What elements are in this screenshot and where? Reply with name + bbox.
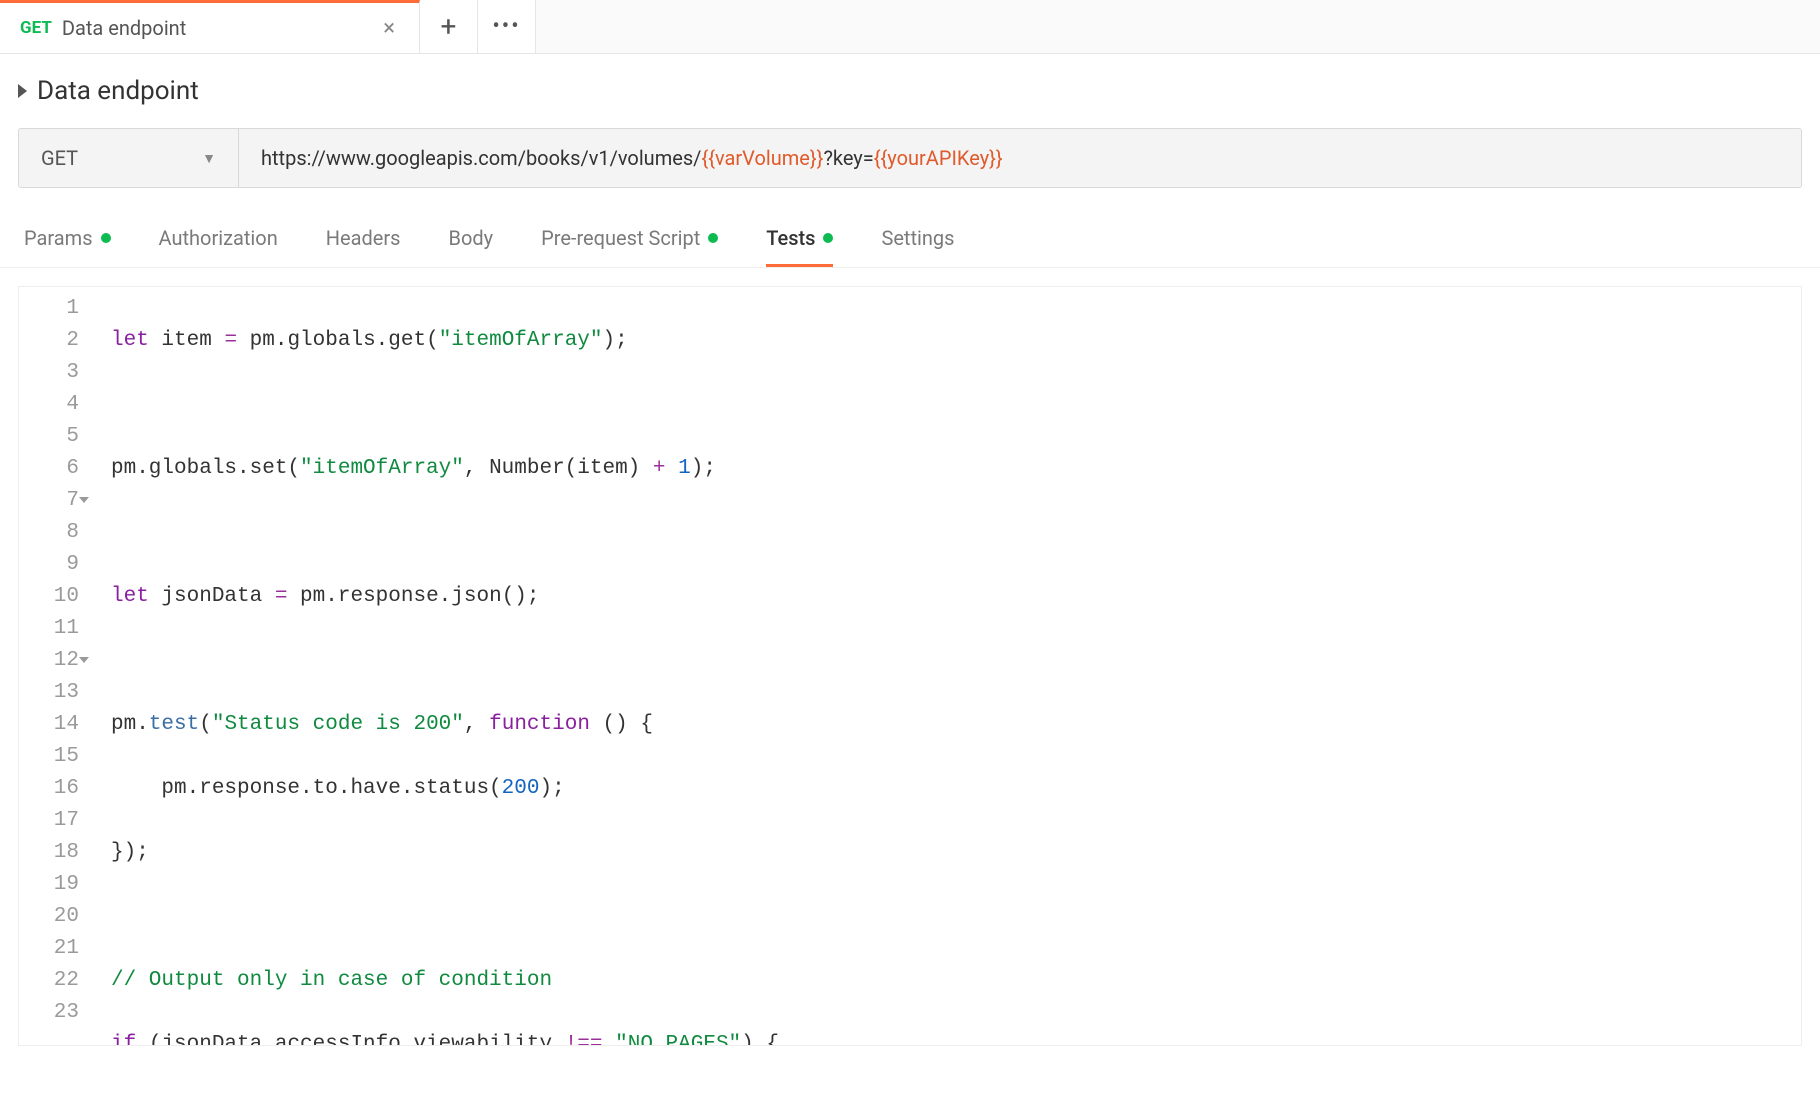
line-number: 15	[19, 741, 79, 773]
line-number: 8	[19, 517, 79, 549]
line-number: 12	[19, 645, 79, 677]
tab-label: Settings	[881, 226, 954, 250]
url-variable: {{yourAPIKey}}	[874, 146, 1003, 170]
status-dot-icon	[101, 233, 111, 243]
tab-settings[interactable]: Settings	[881, 226, 954, 267]
line-number: 1	[19, 293, 79, 325]
line-number: 19	[19, 869, 79, 901]
line-number-gutter: 1 2 3 4 5 6 7 8 9 10 11 12 13 14 15 16 1…	[19, 287, 91, 1045]
status-dot-icon	[708, 233, 718, 243]
line-number: 16	[19, 773, 79, 805]
line-number: 4	[19, 389, 79, 421]
tab-headers[interactable]: Headers	[326, 226, 401, 267]
tab-overflow-button[interactable]: •••	[478, 0, 536, 53]
url-variable: {{varVolume}}	[701, 146, 823, 170]
line-number: 21	[19, 933, 79, 965]
tab-label: Headers	[326, 226, 401, 250]
line-number: 13	[19, 677, 79, 709]
tab-authorization[interactable]: Authorization	[159, 226, 278, 267]
line-number: 23	[19, 997, 79, 1029]
status-dot-icon	[823, 233, 833, 243]
tab-method-badge: GET	[20, 18, 52, 38]
line-number: 9	[19, 549, 79, 581]
line-number: 18	[19, 837, 79, 869]
line-number: 3	[19, 357, 79, 389]
line-number: 17	[19, 805, 79, 837]
request-tab[interactable]: GET Data endpoint ×	[0, 0, 420, 53]
new-tab-button[interactable]: +	[420, 0, 478, 53]
line-number: 20	[19, 901, 79, 933]
tab-bar: GET Data endpoint × + •••	[0, 0, 1820, 54]
url-segment: ?key=	[823, 146, 873, 170]
tab-tests[interactable]: Tests	[766, 226, 833, 267]
http-method-label: GET	[41, 146, 78, 170]
close-icon[interactable]: ×	[379, 16, 399, 41]
request-name: Data endpoint	[37, 76, 199, 106]
line-number: 6	[19, 453, 79, 485]
tab-label: Tests	[766, 226, 815, 250]
tab-label: Pre-request Script	[541, 226, 700, 250]
tab-title: Data endpoint	[62, 16, 186, 40]
url-bar: GET ▼ https://www.googleapis.com/books/v…	[18, 128, 1802, 188]
line-number: 22	[19, 965, 79, 997]
tab-body[interactable]: Body	[449, 226, 494, 267]
line-number: 2	[19, 325, 79, 357]
tab-label: Params	[24, 226, 93, 250]
chevron-right-icon[interactable]	[18, 84, 27, 98]
line-number: 7	[19, 485, 79, 517]
url-segment: https://www.googleapis.com/books/v1/volu…	[261, 146, 701, 170]
tab-label: Body	[449, 226, 494, 250]
code-editor[interactable]: 1 2 3 4 5 6 7 8 9 10 11 12 13 14 15 16 1…	[18, 286, 1802, 1046]
tab-params[interactable]: Params	[24, 226, 111, 267]
chevron-down-icon: ▼	[202, 150, 216, 167]
http-method-select[interactable]: GET ▼	[19, 129, 239, 187]
tab-prerequest[interactable]: Pre-request Script	[541, 226, 718, 267]
request-section-tabs: Params Authorization Headers Body Pre-re…	[0, 188, 1820, 268]
line-number: 5	[19, 421, 79, 453]
line-number: 10	[19, 581, 79, 613]
request-header-row: Data endpoint	[0, 54, 1820, 128]
line-number: 11	[19, 613, 79, 645]
line-number: 14	[19, 709, 79, 741]
tab-label: Authorization	[159, 226, 278, 250]
code-content[interactable]: let item = pm.globals.get("itemOfArray")…	[91, 287, 1586, 1045]
url-input[interactable]: https://www.googleapis.com/books/v1/volu…	[239, 129, 1801, 187]
